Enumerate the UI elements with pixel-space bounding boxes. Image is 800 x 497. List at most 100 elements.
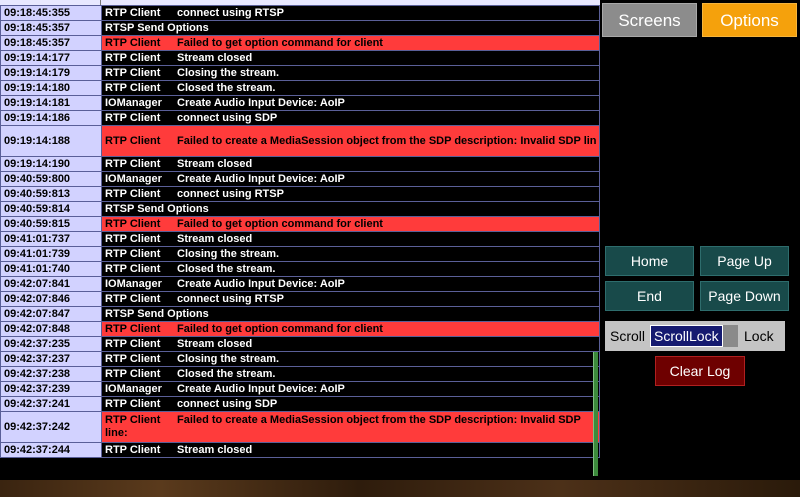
log-text: connect using SDP [177, 112, 278, 124]
log-row: 09:42:37:238 RTP Client Closed the stream. [0, 366, 600, 382]
end-button[interactable]: End [605, 281, 694, 311]
log-row: 09:40:59:813 RTP Client connect using RTSP [0, 186, 600, 202]
log-timestamp: 09:19:14:186 [0, 110, 102, 126]
log-message: RTP Client connect using SDP [101, 396, 600, 412]
log-source: RTP Client [105, 7, 161, 19]
log-timestamp: 09:19:14:190 [0, 156, 102, 172]
log-message: RTP Client Failed to create a MediaSessio… [101, 411, 600, 443]
log-message: IOManager Create Audio Input Device: AoIP [101, 276, 600, 292]
log-source: RTP Client [105, 368, 161, 380]
log-text: Failed to create a MediaSession object f… [177, 135, 597, 147]
log-row: 09:18:45:357 RTSP Send Options [0, 20, 600, 36]
log-source: RTSP Send Options [105, 22, 209, 34]
log-row: 09:19:14:177 RTP Client Stream closed [0, 50, 600, 66]
log-timestamp: 09:18:45:355 [0, 5, 102, 21]
log-source: RTP Client [105, 398, 161, 410]
log-timestamp: 09:42:07:846 [0, 291, 102, 307]
log-text: Create Audio Input Device: AoIP [177, 97, 345, 109]
log-text: Create Audio Input Device: AoIP [177, 383, 345, 395]
toggle-thumb[interactable]: ScrollLock [650, 325, 723, 347]
log-message: RTP Client connect using RTSP [101, 291, 600, 307]
tab-options[interactable]: Options [702, 3, 797, 37]
log-text: Stream closed [177, 338, 253, 350]
log-timestamp: 09:42:07:847 [0, 306, 102, 322]
log-text: Closed the stream. [177, 82, 276, 94]
log-timestamp: 09:42:37:237 [0, 351, 102, 367]
log-message: RTP Client Closing the stream. [101, 246, 600, 262]
log-row-error: 09:19:14:188 RTP Client Failed to create a… [0, 125, 600, 157]
log-message: RTP Client Stream closed [101, 336, 600, 352]
log-source: RTP Client [105, 82, 161, 94]
log-text: Closing the stream. [177, 67, 280, 79]
log-message: RTP Client connect using SDP [101, 110, 600, 126]
log-timestamp: 09:42:07:841 [0, 276, 102, 292]
log-timestamp: 09:40:59:813 [0, 186, 102, 202]
log-message: RTP Client Stream closed [101, 156, 600, 172]
toggle-track[interactable]: ScrollLock [650, 325, 738, 347]
log-text: Failed to get option command for client [177, 323, 383, 335]
page-down-button[interactable]: Page Down [700, 281, 789, 311]
log-message: RTP Client Closed the stream. [101, 366, 600, 382]
log-source: RTP Client [105, 218, 161, 230]
log-timestamp: 09:42:37:244 [0, 442, 102, 458]
log-message: RTSP Send Options [101, 306, 600, 322]
scrollbar-thumb[interactable] [593, 352, 598, 476]
scroll-lock-toggle[interactable]: Scroll ScrollLock Lock [605, 321, 785, 351]
log-source: RTP Client [105, 444, 161, 456]
log-message: RTP Client Failed to get option command f… [101, 216, 600, 232]
log-row: 09:40:59:800 IOManager Create Audio Input … [0, 171, 600, 187]
tab-screens[interactable]: Screens [602, 3, 697, 37]
log-timestamp: 09:42:37:235 [0, 336, 102, 352]
log-row: 09:41:01:740 RTP Client Closed the stream. [0, 261, 600, 277]
log-source: RTP Client [105, 52, 161, 64]
log-row: 09:42:37:237 RTP Client Closing the stream… [0, 351, 600, 367]
log-row: 09:19:14:186 RTP Client connect using SDP [0, 110, 600, 126]
log-message: RTP Client Stream closed [101, 231, 600, 247]
log-text: Stream closed [177, 52, 253, 64]
clear-log-button[interactable]: Clear Log [655, 356, 745, 386]
log-row: 09:41:01:737 RTP Client Stream closed [0, 231, 600, 247]
log-timestamp: 09:42:37:238 [0, 366, 102, 382]
log-panel[interactable]: 09:18:45:355 RTP Client connect using RTSP… [0, 0, 600, 480]
home-button[interactable]: Home [605, 246, 694, 276]
log-source: RTSP Send Options [105, 203, 209, 215]
log-timestamp: 09:41:01:737 [0, 231, 102, 247]
log-message: RTSP Send Options [101, 201, 600, 217]
log-source: IOManager [105, 383, 162, 395]
log-row: 09:42:37:241 RTP Client connect using SDP [0, 396, 600, 412]
log-message: RTP Client Failed to create a MediaSessio… [101, 125, 600, 157]
log-message: RTSP Send Options [101, 20, 600, 36]
log-source: RTP Client [105, 338, 161, 350]
log-source: IOManager [105, 97, 162, 109]
log-text: Failed to get option command for client [177, 218, 383, 230]
page-up-button[interactable]: Page Up [700, 246, 789, 276]
log-table: 09:18:45:355 RTP Client connect using RTSP… [0, 5, 600, 458]
log-source: RTP Client [105, 158, 161, 170]
log-message: IOManager Create Audio Input Device: AoIP [101, 171, 600, 187]
log-timestamp: 09:42:07:848 [0, 321, 102, 337]
desktop-background-strip [0, 480, 800, 497]
log-text: connect using RTSP [177, 7, 284, 19]
log-row: 09:19:14:181 IOManager Create Audio Input … [0, 95, 600, 111]
log-text: Stream closed [177, 233, 253, 245]
log-source: RTP Client [105, 353, 161, 365]
log-row: 09:42:37:244 RTP Client Stream closed [0, 442, 600, 458]
log-text: Closing the stream. [177, 353, 280, 365]
log-source: RTP Client [105, 233, 161, 245]
log-timestamp: 09:42:37:241 [0, 396, 102, 412]
log-timestamp: 09:19:14:181 [0, 95, 102, 111]
log-message: RTP Client connect using RTSP [101, 5, 600, 21]
log-message: RTP Client Failed to get option command f… [101, 321, 600, 337]
log-message: RTP Client Failed to get option command f… [101, 35, 600, 51]
log-source: RTP Client [105, 414, 161, 426]
log-message: RTP Client Closing the stream. [101, 351, 600, 367]
log-text: Failed to get option command for client [177, 37, 383, 49]
log-text: Create Audio Input Device: AoIP [177, 173, 345, 185]
log-message: RTP Client Stream closed [101, 50, 600, 66]
log-text: connect using RTSP [177, 188, 284, 200]
log-row-error: 09:42:37:242 RTP Client Failed to create a… [0, 411, 600, 443]
log-row: 09:42:37:235 RTP Client Stream closed [0, 336, 600, 352]
log-message: RTP Client Closing the stream. [101, 65, 600, 81]
log-row: 09:19:14:190 RTP Client Stream closed [0, 156, 600, 172]
log-row-error: 09:40:59:815 RTP Client Failed to get opti… [0, 216, 600, 232]
